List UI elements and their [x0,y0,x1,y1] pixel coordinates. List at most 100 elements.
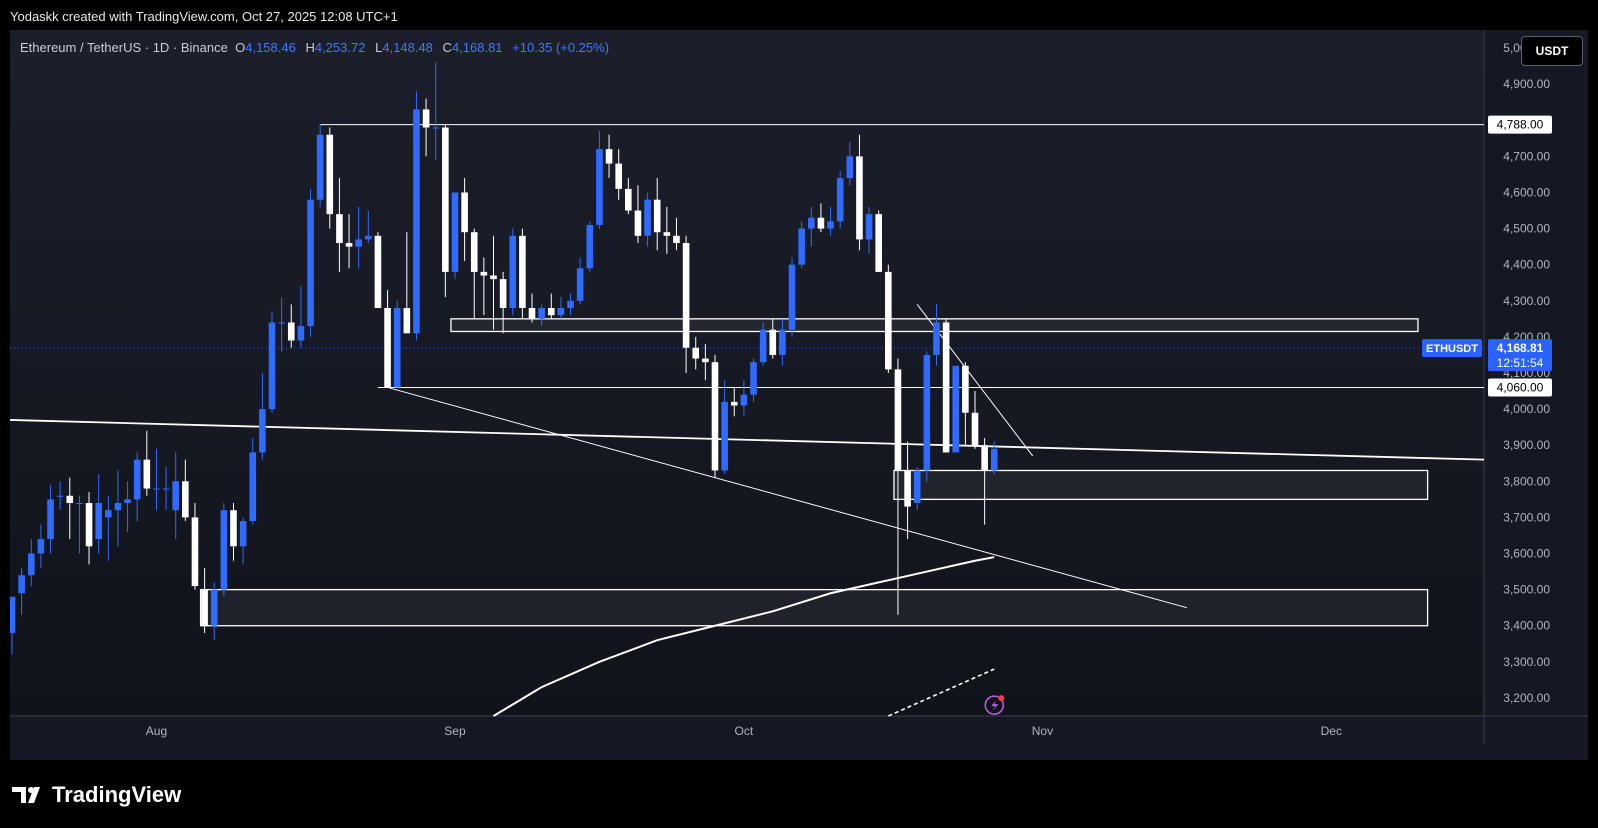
candle-body [596,149,603,225]
x-tick-label: Sep [444,724,466,738]
y-tick-label: 3,400.00 [1503,619,1550,633]
candle-body [567,300,574,309]
y-tick-label: 3,900.00 [1503,438,1550,452]
bar-countdown: 12:51:54 [1497,356,1544,370]
candle-body [403,308,411,334]
candle-body [451,192,459,272]
candle-body [393,308,401,388]
high-label: H [305,40,315,55]
high-value: 4,253.72 [314,40,366,55]
candle-body [432,127,440,129]
candle-body [519,235,526,309]
candle-body [239,521,247,547]
candle-body [95,502,102,540]
candle-body [27,553,35,576]
candle-body [355,239,362,247]
change-value: +10.35 (+0.25%) [512,40,610,55]
candle-body [798,228,805,265]
candle-body [913,470,921,503]
support-price-tag: 4,060.00 [1497,380,1544,394]
candle-body [114,502,122,511]
candle-body [721,401,728,471]
candle-body [413,109,420,334]
currency-unit-button[interactable]: USDT [1521,36,1583,66]
price-chart[interactable]: 5,000.004,900.004,800.004,700.004,600.00… [10,30,1588,760]
resistance-price-tag: 4,788.00 [1497,118,1544,132]
y-tick-label: 3,500.00 [1503,583,1550,597]
candle-body [625,188,632,211]
x-tick-label: Oct [735,724,754,738]
ticker-tag: ETHUSDT [1426,343,1478,355]
candle-body [750,362,757,395]
zone-box [893,469,1429,501]
candle-body [807,217,815,229]
candle-body [143,459,151,489]
candle-body [942,322,950,453]
candle-body [528,308,536,319]
tradingview-brand: TradingView [52,782,182,807]
candle-body [365,235,372,240]
y-tick-label: 4,600.00 [1503,185,1550,199]
candle-body [47,499,54,540]
candle-body [557,308,565,316]
candle-body [470,232,478,272]
candle-body [730,401,738,406]
candle-body [702,358,709,363]
y-tick-label: 4,300.00 [1503,294,1550,308]
candle-body [711,362,719,471]
candle-body [904,470,911,507]
candle-body [846,156,854,179]
candle-body [933,322,940,355]
candle-body [249,452,257,522]
candle-body [605,149,613,164]
candle-body [76,502,83,504]
top-bar: Yodaskk created with TradingView.com, Oc… [0,0,1598,30]
candle-body [287,322,295,341]
time-axis[interactable]: Aug Sep Oct Nov Dec [146,724,1342,738]
y-tick-label: 3,200.00 [1503,691,1550,705]
y-tick-label: 3,700.00 [1503,510,1550,524]
candle-body [682,243,690,348]
candle-body [461,192,468,233]
candle-body [191,517,199,587]
candle-body [817,217,825,229]
candle-body [769,329,777,355]
zone-box [199,588,1429,627]
x-tick-label: Nov [1032,724,1053,738]
candle-body [740,394,748,406]
candle-body [182,481,189,518]
candle-body [105,510,112,518]
candle-body [162,488,170,490]
candle-body [644,199,651,236]
candle-body [615,163,622,189]
candle-body [10,596,16,633]
candle-body [547,308,555,316]
candle-body [538,308,545,319]
candle-body [827,221,834,229]
tradingview-logo[interactable]: TradingView [12,782,181,808]
candle-body [509,235,517,309]
candle-body [962,365,969,413]
y-tick-label: 4,500.00 [1503,222,1550,236]
y-tick-label: 4,400.00 [1503,258,1550,272]
candle-body [856,156,863,240]
candle-body [779,329,786,355]
candle-body [923,354,931,471]
price-axis[interactable]: 5,000.004,900.004,800.004,700.004,600.00… [1503,41,1550,705]
footer [0,760,1598,828]
candle-body [692,347,700,359]
candle-body [875,214,882,272]
candle-body [981,445,988,471]
open-value: 4,158.46 [245,40,296,55]
y-tick-label: 4,000.00 [1503,402,1550,416]
candle-body [133,459,141,500]
x-tick-label: Aug [146,724,167,738]
x-tick-label: Dec [1321,724,1342,738]
candle-body [836,178,844,222]
close-label: C [442,40,452,55]
candle-body [971,412,979,446]
candle-body [952,365,960,453]
close-value: 4,168.81 [451,40,503,55]
candle-body [653,199,661,233]
candle-body [268,322,276,410]
